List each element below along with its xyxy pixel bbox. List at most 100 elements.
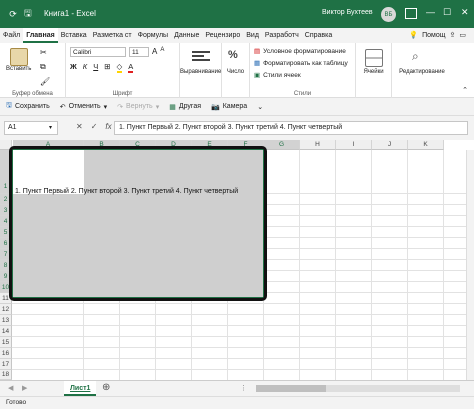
vertical-scrollbar[interactable] — [466, 150, 474, 380]
column-header-j[interactable]: J — [372, 140, 408, 150]
tab-review[interactable]: Рецензиро — [202, 28, 243, 43]
close-button[interactable]: ✕ — [461, 7, 469, 18]
group-label-styles: Стили — [293, 91, 312, 97]
paste-button[interactable]: Вставить — [6, 48, 31, 72]
format-as-table-icon: ▦ — [254, 60, 261, 67]
column-header-g[interactable]: G — [264, 140, 300, 150]
number-label: Число — [226, 69, 245, 75]
row-header-14[interactable]: 14 — [0, 326, 12, 337]
search-icon: ⌕ — [412, 49, 419, 63]
font-name-select[interactable]: Calibri — [70, 47, 126, 57]
cut-icon[interactable]: ✂ — [40, 48, 50, 57]
add-sheet-icon[interactable]: ⊕ — [102, 382, 110, 393]
fill-color-icon[interactable]: ◇ — [116, 62, 123, 73]
tab-help[interactable]: Справка — [302, 28, 335, 43]
customize-qat-icon[interactable]: ⌄ — [257, 103, 263, 111]
format-painter-icon[interactable]: 🖌 — [40, 77, 50, 86]
enter-icon[interactable]: ✓ — [91, 122, 98, 131]
grid-column-line — [371, 150, 372, 380]
formula-bar: A1 ▾ ✕ ✓ fx 1. Пункт Первый 2. Пункт вто… — [0, 116, 474, 140]
cancel-icon[interactable]: ✕ — [76, 122, 83, 131]
tab-view[interactable]: Вид — [243, 28, 262, 43]
tab-home[interactable]: Главная — [23, 28, 58, 43]
cell-styles-button[interactable]: ▣ Стили ячеек — [254, 71, 301, 80]
grid-row-line — [12, 325, 466, 326]
group-editing[interactable]: ⌕ Редактирование — [392, 43, 452, 98]
grow-font-icon[interactable]: A — [152, 47, 157, 57]
redo-button[interactable]: ↷ Вернуть ▾ — [117, 103, 159, 111]
borders-icon[interactable]: ⊞ — [104, 62, 110, 73]
camera-button[interactable]: 📷 Камера — [211, 103, 247, 111]
tab-file[interactable]: Файл — [0, 28, 24, 43]
autosave-icon[interactable]: ⟳ — [6, 7, 20, 21]
group-styles: ▤ Условное форматирование ▦ Форматироват… — [250, 43, 356, 98]
undo-button[interactable]: ↶ Отменить ▾ — [60, 103, 107, 111]
row-header-17[interactable]: 17 — [0, 359, 12, 370]
formula-input[interactable]: 1. Пункт Первый 2. Пункт второй 3. Пункт… — [114, 121, 468, 135]
sheet-tab-1[interactable]: Лист1 — [64, 381, 97, 396]
format-as-table-button[interactable]: ▦ Форматировать как таблицу — [254, 59, 348, 68]
tab-insert[interactable]: Вставка — [58, 28, 90, 43]
grid-column-line — [299, 150, 300, 380]
cells-icon — [365, 49, 383, 67]
group-clipboard: Вставить ✂ ⧉ 🖌 Буфер обмена — [0, 43, 66, 98]
redo-icon: ↷ — [117, 103, 124, 111]
horizontal-scroll-thumb[interactable] — [256, 385, 326, 392]
editing-label: Редактирование — [399, 69, 445, 75]
column-header-i[interactable]: I — [336, 140, 372, 150]
horizontal-scrollbar[interactable] — [256, 385, 460, 392]
ribbon-display-icon[interactable] — [405, 8, 417, 19]
row-header-16[interactable]: 16 — [0, 348, 12, 359]
save-icon: 🖫 — [6, 102, 12, 109]
underline-button[interactable]: Ч — [93, 62, 98, 73]
font-size-select[interactable]: 11 — [129, 47, 149, 57]
font-color-icon[interactable]: A — [128, 62, 134, 73]
status-ready: Готово — [6, 399, 27, 406]
worksheet-grid[interactable]: ABCDEFGHIJK 1 2 3 4 5 6 7 8 9 10 11 12 13 14 15 16 17 18 … — [0, 140, 474, 381]
tab-formulas[interactable]: Формулы — [135, 28, 171, 43]
row-header-18[interactable]: 18 — [0, 370, 12, 380]
collapse-ribbon-icon[interactable]: ⌃ — [462, 86, 468, 94]
italic-button[interactable]: К — [83, 62, 87, 73]
insert-function-icon[interactable]: fx — [105, 122, 111, 131]
other-button[interactable]: ▦ Другая — [169, 103, 201, 111]
row-header-15[interactable]: 15 — [0, 337, 12, 348]
maximize-button[interactable]: ☐ — [443, 7, 451, 18]
grid-row-line — [12, 336, 466, 337]
comment-icon[interactable]: ▭ — [459, 31, 466, 39]
undo-icon: ↶ — [59, 103, 66, 111]
next-sheet-icon[interactable]: ▶ — [22, 384, 27, 392]
prev-sheet-icon[interactable]: ◀ — [8, 384, 13, 392]
row-header-13[interactable]: 13 — [0, 315, 12, 326]
column-header-k[interactable]: K — [408, 140, 444, 150]
share-icon[interactable]: ⇪ — [450, 31, 456, 39]
group-number[interactable]: % Число — [222, 43, 250, 98]
group-cells[interactable]: Ячейки — [356, 43, 392, 98]
save-icon[interactable]: 🖫 — [24, 6, 32, 22]
tab-developer[interactable]: Разработч — [262, 28, 302, 43]
column-header-h[interactable]: H — [300, 140, 336, 150]
tab-data[interactable]: Данные — [171, 28, 202, 43]
minimize-button[interactable]: — — [426, 7, 435, 17]
name-box-dropdown-icon[interactable]: ▾ — [49, 124, 52, 131]
sheet-scroll-options-icon[interactable]: ⋮ — [240, 384, 247, 392]
tab-page-layout[interactable]: Разметка ст — [90, 28, 135, 43]
title-bar: ⟳ 🖫 Книга1 - Excel Виктор Бухтеев ВБ — ☐… — [0, 0, 474, 28]
bold-button[interactable]: Ж — [70, 62, 77, 73]
percent-icon: % — [228, 49, 238, 61]
sheet-icon: ▦ — [169, 103, 176, 111]
alignment-icon — [192, 49, 210, 65]
grid-column-line — [407, 150, 408, 380]
group-alignment[interactable]: Выравнивание — [180, 43, 222, 98]
chevron-down-icon: ▾ — [155, 103, 160, 111]
conditional-formatting-button[interactable]: ▤ Условное форматирование — [254, 47, 346, 56]
copy-icon[interactable]: ⧉ — [40, 62, 50, 72]
avatar[interactable]: ВБ — [381, 7, 396, 22]
shrink-font-icon[interactable]: A — [160, 47, 164, 57]
ribbon: Вставить ✂ ⧉ 🖌 Буфер обмена Calibri 11 A… — [0, 43, 474, 98]
save-button[interactable]: 🖫 Сохранить — [6, 101, 50, 112]
sheet-bar: ◀ ▶ Лист1 ⊕ ⋮ — [0, 380, 474, 396]
row-header-12[interactable]: 12 — [0, 304, 12, 315]
tell-me-label[interactable]: Помощ — [422, 32, 445, 39]
user-name[interactable]: Виктор Бухтеев — [322, 9, 373, 16]
